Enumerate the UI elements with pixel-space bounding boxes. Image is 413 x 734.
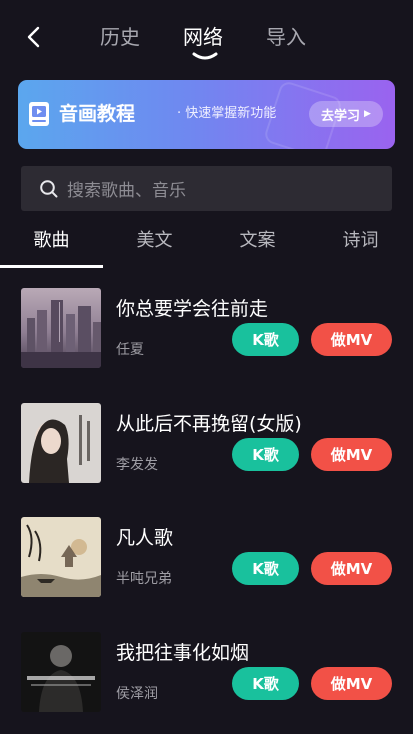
song-title: 我把往事化如烟: [116, 642, 250, 664]
make-mv-button[interactable]: 做MV: [311, 667, 392, 700]
tutorial-banner[interactable]: 音画教程 · 快速掌握新功能 去学习 ▶: [18, 80, 395, 149]
search-input[interactable]: 搜索歌曲、音乐: [21, 166, 392, 211]
tab-network-label: 网络: [183, 25, 223, 49]
category-tabs: 歌曲 美文 文案 诗词: [0, 222, 413, 268]
song-artist: 半吨兄弟: [116, 571, 172, 587]
song-artist: 李发发: [116, 457, 158, 473]
song-row[interactable]: 我把往事化如烟 侯泽润 K歌 做MV: [0, 632, 413, 714]
top-bar: 历史 网络 导入: [0, 0, 413, 72]
tab-network[interactable]: 网络: [183, 22, 223, 60]
album-cover: [21, 517, 101, 597]
karaoke-button[interactable]: K歌: [232, 323, 299, 356]
go-learn-label: 去学习: [321, 108, 361, 124]
go-learn-button[interactable]: 去学习 ▶: [309, 101, 383, 127]
song-title: 从此后不再挽留(女版): [116, 413, 302, 435]
album-cover: [21, 403, 101, 483]
song-row[interactable]: 你总要学会往前走 任夏 K歌 做MV: [0, 288, 413, 370]
category-tab-songs[interactable]: 歌曲: [0, 228, 103, 254]
karaoke-button[interactable]: K歌: [232, 438, 299, 471]
category-tab-poems[interactable]: 诗词: [309, 228, 412, 254]
banner-title: 音画教程: [59, 103, 136, 125]
play-arrow-icon: ▶: [364, 109, 371, 119]
make-mv-button[interactable]: 做MV: [311, 552, 392, 585]
song-artist: 任夏: [116, 342, 144, 358]
karaoke-button[interactable]: K歌: [232, 552, 299, 585]
search-icon: [39, 179, 59, 199]
album-cover: [21, 632, 101, 712]
chevron-left-icon: [27, 26, 40, 48]
banner-subtitle: · 快速掌握新功能: [177, 106, 277, 121]
song-row[interactable]: 凡人歌 半吨兄弟 K歌 做MV: [0, 517, 413, 599]
tab-import[interactable]: 导入: [266, 22, 306, 52]
song-title: 你总要学会往前走: [116, 298, 269, 320]
category-tab-copywriting[interactable]: 文案: [206, 228, 309, 254]
make-mv-button[interactable]: 做MV: [311, 438, 392, 471]
active-tab-smile-indicator: [192, 52, 218, 60]
song-row[interactable]: 从此后不再挽留(女版) 李发发 K歌 做MV: [0, 403, 413, 485]
tutorial-book-icon: [29, 102, 49, 126]
song-title: 凡人歌: [116, 527, 174, 549]
tab-history[interactable]: 历史: [100, 22, 140, 52]
category-tab-essays[interactable]: 美文: [103, 228, 206, 254]
search-placeholder: 搜索歌曲、音乐: [67, 181, 186, 201]
karaoke-button[interactable]: K歌: [232, 667, 299, 700]
album-cover: [21, 288, 101, 368]
back-button[interactable]: [20, 22, 46, 52]
song-artist: 侯泽润: [116, 686, 158, 702]
top-tabs: 历史 网络 导入: [100, 22, 349, 60]
active-category-underline: [0, 265, 103, 268]
make-mv-button[interactable]: 做MV: [311, 323, 392, 356]
